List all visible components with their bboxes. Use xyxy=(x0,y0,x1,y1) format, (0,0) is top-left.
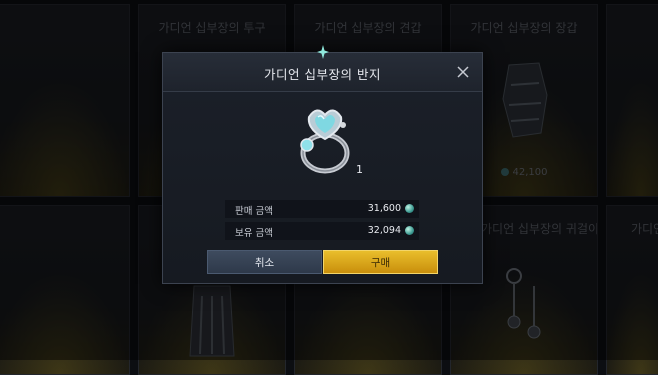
gem-currency-icon xyxy=(405,204,414,213)
item-quantity: 1 xyxy=(356,163,363,176)
owned-amount-row: 보유 금액 32,094 xyxy=(225,222,419,240)
owned-amount-value: 32,094 xyxy=(367,225,401,236)
gem-currency-icon xyxy=(405,226,414,235)
owned-amount-label: 보유 금액 xyxy=(235,228,273,239)
item-display: 1 xyxy=(163,93,482,193)
sparkle-icon xyxy=(317,45,329,59)
sell-price-label: 판매 금액 xyxy=(235,206,273,217)
dialog-title: 가디언 십부장의 반지 xyxy=(264,67,381,82)
close-button[interactable] xyxy=(456,64,470,78)
purchase-dialog: 가디언 십부장의 반지 1 판매 금액 31,600 보유 금액 32,094 … xyxy=(162,45,483,284)
sell-price-row: 판매 금액 31,600 xyxy=(225,200,419,218)
cancel-button[interactable]: 취소 xyxy=(207,250,322,274)
sell-price-value: 31,600 xyxy=(367,203,401,214)
close-icon xyxy=(457,66,469,78)
buy-button[interactable]: 구매 xyxy=(323,250,438,274)
ring-icon xyxy=(300,109,350,174)
